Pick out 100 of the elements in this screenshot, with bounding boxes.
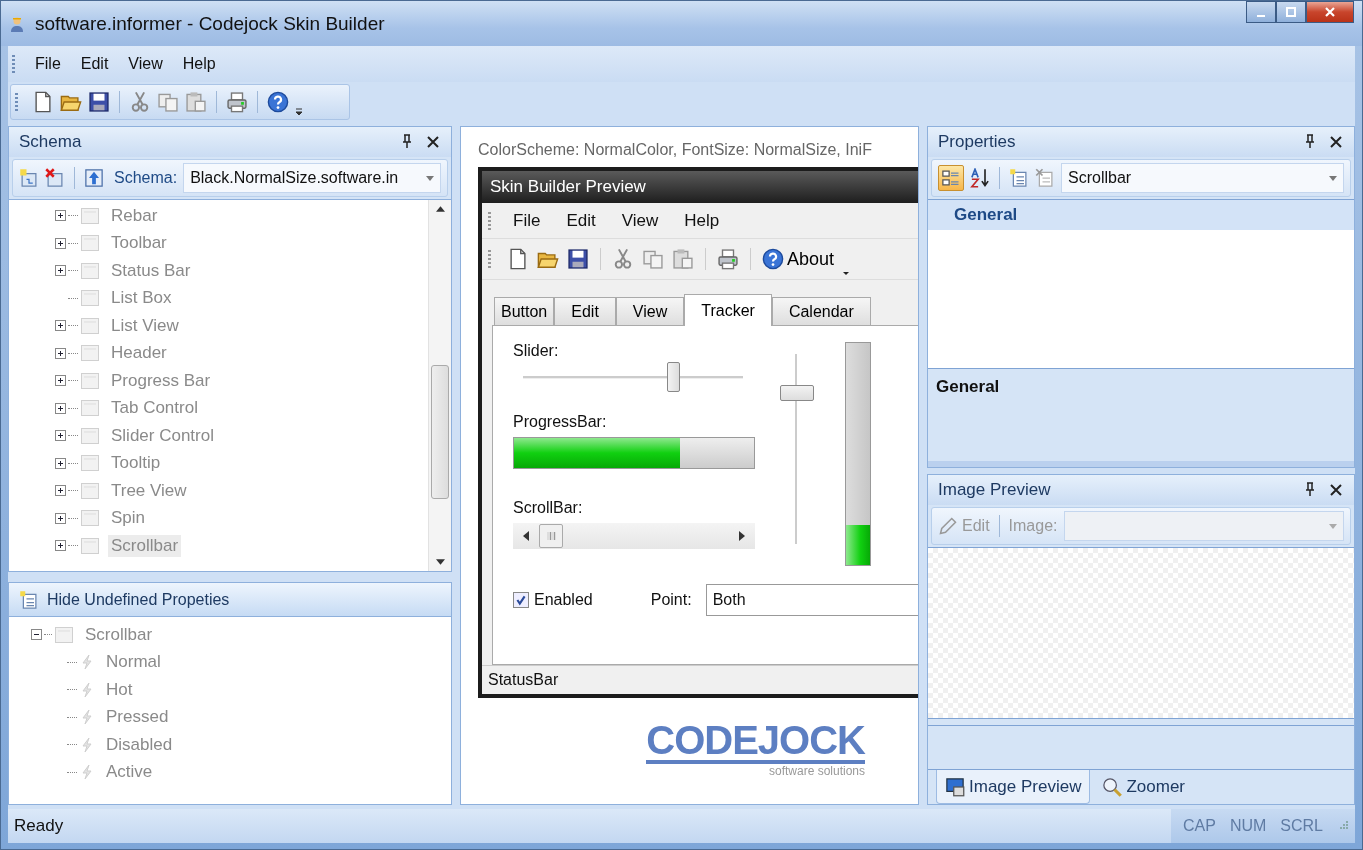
menu-item[interactable]: Help — [672, 207, 732, 234]
expand-icon[interactable] — [55, 540, 66, 552]
expand-icon[interactable] — [55, 265, 66, 277]
about-button[interactable]: About — [762, 248, 835, 270]
tree-item[interactable]: Normal — [103, 651, 164, 674]
tree-item[interactable]: Status Bar — [108, 259, 194, 282]
expand-icon[interactable] — [55, 237, 66, 249]
menu-item[interactable]: File — [27, 51, 69, 77]
lightning-icon — [79, 709, 95, 726]
add-schema-icon[interactable] — [19, 168, 39, 188]
scissors-icon[interactable] — [612, 248, 634, 270]
info-text: ColorScheme: NormalColor, FontSize: NormalSize, IniF — [478, 141, 873, 159]
control-icon — [80, 205, 100, 226]
printer-icon[interactable] — [717, 248, 739, 270]
menu-item[interactable]: Edit — [72, 51, 117, 77]
tree-item[interactable]: Pressed — [103, 706, 172, 729]
paste-icon[interactable] — [672, 248, 694, 270]
menu-item[interactable]: Help — [174, 51, 224, 77]
grip-handle[interactable] — [12, 55, 15, 73]
close-icon[interactable] — [1328, 482, 1344, 498]
overflow-icon[interactable] — [295, 106, 303, 116]
status-indicator: SCRL — [1280, 817, 1323, 835]
horizontal-scrollbar[interactable] — [513, 523, 755, 549]
slider-thumb[interactable] — [666, 362, 680, 392]
save-icon[interactable] — [88, 91, 110, 113]
minimize-button[interactable] — [1246, 1, 1276, 23]
close-icon[interactable] — [1328, 134, 1344, 150]
expand-icon[interactable] — [55, 485, 66, 497]
scroll-up-icon[interactable] — [435, 206, 445, 212]
new-document-icon[interactable] — [507, 248, 529, 270]
grip-handle[interactable] — [488, 250, 491, 268]
maximize-button[interactable] — [1276, 1, 1306, 23]
paste-icon[interactable] — [185, 91, 207, 113]
expand-icon[interactable] — [55, 430, 66, 442]
tree-item[interactable]: Tree View — [108, 479, 190, 502]
slider-thumb[interactable] — [780, 385, 814, 401]
scroll-down-icon[interactable] — [435, 559, 445, 565]
tree-item[interactable]: Hot — [103, 678, 136, 701]
scroll-left-icon — [523, 531, 529, 541]
tab[interactable]: Image Preview — [936, 770, 1091, 804]
property-pages-icon[interactable] — [1009, 168, 1029, 188]
tree-item[interactable]: Slider Control — [108, 424, 217, 447]
delete-property-icon[interactable] — [1035, 168, 1055, 188]
sort-az-icon[interactable] — [970, 168, 990, 188]
tree-item[interactable]: Header — [108, 342, 170, 365]
control-icon — [80, 508, 100, 529]
control-icon — [80, 425, 100, 446]
tree-item[interactable]: Toolbar — [108, 232, 170, 255]
close-button[interactable] — [1306, 1, 1354, 23]
collapse-icon[interactable] — [31, 629, 42, 641]
tree-item[interactable]: List Box — [108, 287, 175, 310]
grip-handle[interactable] — [488, 211, 491, 230]
schema-dropdown[interactable]: Black.NormalSize.software.in — [183, 163, 441, 193]
delete-schema-icon[interactable] — [45, 168, 65, 188]
scissors-icon[interactable] — [129, 91, 151, 113]
resize-grip-icon[interactable] — [1337, 820, 1349, 832]
expand-icon[interactable] — [55, 375, 66, 387]
point-label: Point: — [650, 591, 692, 609]
tree-item[interactable]: Progress Bar — [108, 369, 214, 392]
control-icon — [80, 343, 100, 364]
scroll-thumb[interactable] — [539, 524, 563, 548]
copy-icon[interactable] — [157, 91, 179, 113]
tab[interactable]: Button — [494, 297, 555, 325]
object-dropdown[interactable]: Scrollbar — [1061, 163, 1344, 193]
control-icon — [80, 453, 100, 474]
tree-item[interactable]: Spin — [108, 507, 149, 530]
hide-undefined-button[interactable]: Hide Undefined Propeties — [9, 583, 451, 617]
tree-item[interactable]: List View — [108, 314, 182, 337]
tab[interactable]: Edit — [554, 297, 616, 325]
lightning-icon — [79, 764, 95, 781]
expand-icon[interactable] — [55, 320, 66, 332]
menu-item[interactable]: Edit — [554, 207, 608, 234]
new-document-icon[interactable] — [32, 91, 54, 113]
enabled-checkbox[interactable]: Enabled — [513, 591, 593, 609]
expand-icon[interactable] — [55, 457, 66, 469]
help-icon — [762, 248, 784, 270]
tree-item[interactable]: Disabled — [103, 733, 176, 756]
copy-icon[interactable] — [642, 248, 664, 270]
expand-icon[interactable] — [55, 512, 66, 524]
tab[interactable]: Calendar — [771, 297, 871, 325]
menu-item[interactable]: View — [120, 51, 171, 77]
help-icon[interactable] — [267, 91, 289, 113]
save-icon[interactable] — [567, 248, 589, 270]
categorized-button[interactable] — [938, 165, 964, 191]
expand-icon[interactable] — [55, 347, 66, 359]
expand-icon[interactable] — [55, 210, 66, 222]
menu-item[interactable]: View — [609, 207, 671, 234]
menu-item[interactable]: File — [501, 207, 553, 234]
tree-item[interactable]: Tab Control — [108, 397, 201, 420]
printer-icon[interactable] — [226, 91, 248, 113]
close-icon[interactable] — [425, 134, 441, 150]
tab[interactable]: Tracker — [684, 294, 772, 326]
scroll-thumb[interactable] — [431, 364, 449, 499]
point-field[interactable]: Both — [705, 584, 918, 616]
schema-label: Schema: — [114, 169, 178, 187]
magnifier-icon — [1102, 777, 1123, 797]
expand-icon[interactable] — [55, 402, 66, 414]
grip-handle[interactable] — [15, 93, 18, 111]
tab[interactable]: View — [615, 297, 685, 325]
tab[interactable]: Zoomer — [1094, 770, 1193, 804]
